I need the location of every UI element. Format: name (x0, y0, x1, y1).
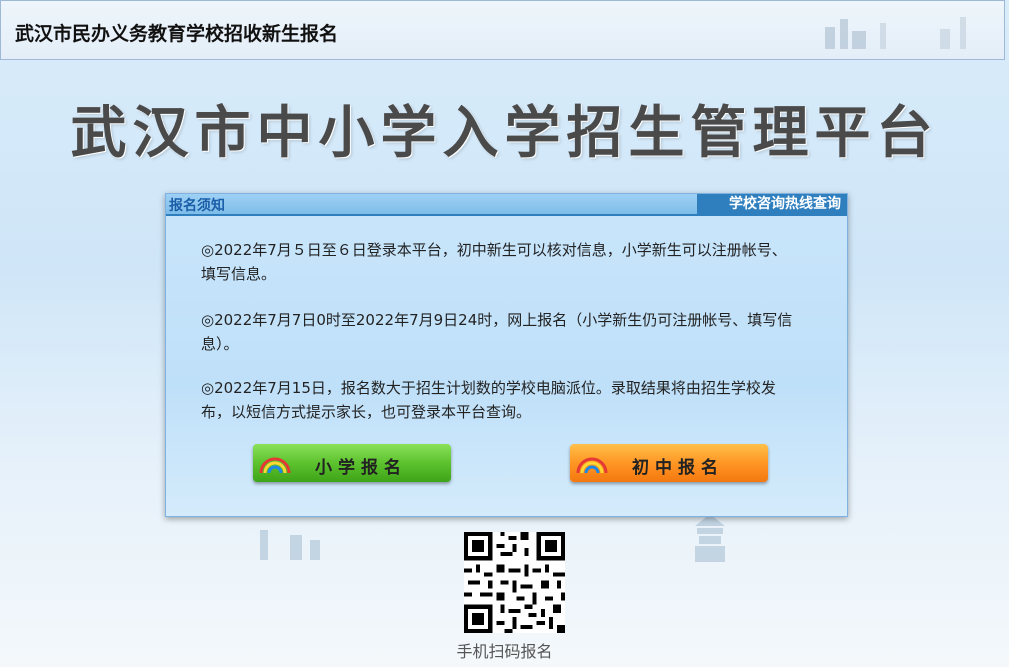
pagoda-decoration (695, 514, 725, 562)
rainbow-icon (576, 457, 608, 474)
skyline-left-decoration (260, 530, 320, 560)
page-title: 武汉市中小学入学招生管理平台 (70, 101, 939, 166)
middle-school-register-button[interactable]: 初中报名 (570, 444, 768, 482)
notice-text: ◎2022年7月15日，报名数大于招生计划数的学校电脑派位。录取结果将由招生学校… (201, 379, 776, 421)
panel-header-label: 报名须知 (169, 198, 225, 214)
hotline-lookup-link[interactable]: 学校咨询热线查询 (697, 194, 847, 214)
notice-text: ◎2022年7月５日至６日登录本平台，初中新生可以核对信息，小学新生可以注册帐号… (201, 241, 787, 283)
primary-school-register-button[interactable]: 小学报名 (253, 444, 451, 482)
notice-item: ◎2022年7月５日至６日登录本平台，初中新生可以核对信息，小学新生可以注册帐号… (201, 238, 801, 286)
header-title: 武汉市民办义务教育学校招收新生报名 (15, 23, 339, 45)
notice-panel: 报名须知 学校咨询热线查询 ◎2022年7月５日至６日登录本平台，初中新生可以核… (165, 193, 848, 517)
notice-text: ◎2022年7月7日0时至2022年7月9日24时，网上报名（小学新生仍可注册帐… (201, 311, 793, 353)
middle-school-register-label: 初中报名 (632, 458, 724, 478)
primary-school-register-label: 小学报名 (315, 458, 407, 478)
panel-header: 报名须知 学校咨询热线查询 (166, 194, 847, 216)
header-bar: 武汉市民办义务教育学校招收新生报名 (0, 0, 1005, 60)
notice-item: ◎2022年7月7日0时至2022年7月9日24时，网上报名（小学新生仍可注册帐… (201, 308, 801, 356)
skyline-header-decoration (825, 17, 966, 49)
qr-caption: 手机扫码报名 (456, 642, 553, 661)
notice-item: ◎2022年7月15日，报名数大于招生计划数的学校电脑派位。录取结果将由招生学校… (201, 376, 801, 424)
rainbow-icon (259, 457, 291, 474)
qr-code-icon (464, 532, 565, 633)
